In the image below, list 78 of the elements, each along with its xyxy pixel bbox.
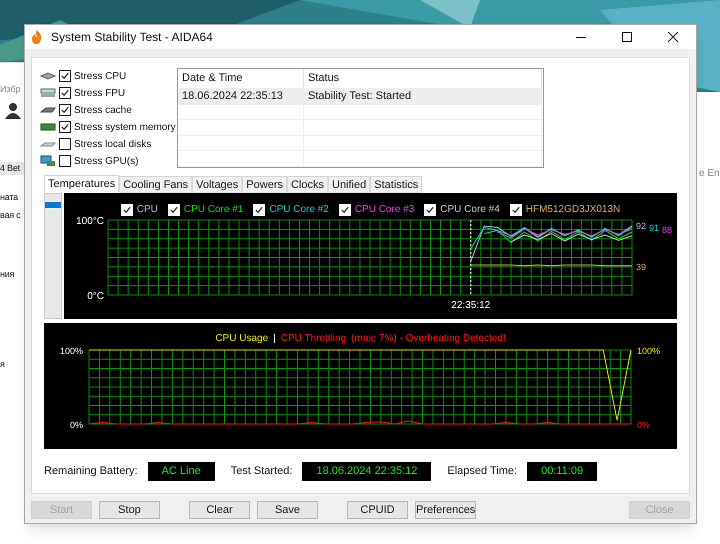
- person-icon: [4, 100, 22, 118]
- checkbox[interactable]: [59, 138, 71, 150]
- background-text: Избр: [0, 83, 21, 96]
- window-title: System Stability Test - AIDA64: [51, 29, 213, 46]
- option-label: Stress cache: [74, 104, 132, 118]
- status-value: AC Line: [148, 462, 215, 481]
- flame-icon: [31, 30, 43, 44]
- warning-text: (max: 7%) - Overheating Detected!: [351, 332, 506, 346]
- reading-label: 88: [662, 225, 672, 235]
- axis-tick-label: 0°C: [87, 291, 104, 302]
- checkbox[interactable]: [59, 70, 71, 82]
- background-text: вая с: [0, 208, 20, 222]
- status-label: Remaining Battery:: [44, 464, 138, 480]
- chip-icon: [40, 87, 56, 99]
- dialog-button[interactable]: CPUID: [347, 501, 408, 519]
- sensor-list[interactable]: [44, 193, 62, 319]
- background-text: ния: [0, 268, 14, 281]
- tab[interactable]: Powers: [242, 176, 287, 193]
- checkbox[interactable]: [59, 104, 71, 116]
- legend-label: CPU: [136, 203, 158, 217]
- status-label: Test Started:: [230, 464, 292, 480]
- legend-label: CPU Core #2: [269, 203, 329, 217]
- background-text: я: [0, 358, 5, 370]
- option-label: Stress local disks: [74, 138, 152, 152]
- tab[interactable]: Cooling Fans: [119, 176, 192, 193]
- axis-tick-label: 0%: [70, 420, 83, 430]
- legend-label: CPU Throttling: [280, 332, 346, 346]
- checkmark-icon: [122, 204, 132, 214]
- tab[interactable]: Voltages: [192, 176, 242, 193]
- option-label: Stress CPU: [74, 70, 126, 84]
- tab[interactable]: Statistics: [370, 176, 422, 193]
- tab[interactable]: Temperatures: [44, 175, 120, 193]
- status-value: 00:11:09: [527, 462, 598, 481]
- option-label: Stress system memory: [74, 120, 176, 134]
- table-cell-text: 18.06.2024 22:35:13: [181, 89, 284, 104]
- background-text: e En: [699, 168, 720, 179]
- memory-module-icon: [40, 121, 56, 133]
- reading-label: 0%: [637, 420, 650, 430]
- checkmark-icon: [510, 204, 521, 214]
- table-cell-text: Stability Test: Started: [307, 89, 412, 104]
- dialog-button[interactable]: Preferences: [415, 501, 476, 519]
- reading-label: 39: [636, 262, 646, 272]
- legend-label: HFM512GD3JX013N: [526, 203, 620, 217]
- checkbox[interactable]: [59, 87, 71, 99]
- checkbox[interactable]: [59, 121, 71, 133]
- background-text: 4 Bet: [0, 162, 24, 175]
- legend-label: CPU Core #1: [184, 203, 244, 217]
- log-row[interactable]: 18.06.2024 22:35:13 Stability Test: Started: [178, 88, 542, 105]
- legend-separator: |: [273, 332, 276, 346]
- time-label: 22:35:12: [451, 300, 490, 311]
- tab[interactable]: Unified: [328, 176, 370, 193]
- axis-tick-label: 100°C: [76, 216, 104, 227]
- checkmark-icon: [425, 204, 436, 214]
- reading-label: 100%: [637, 346, 660, 356]
- minimize-icon: [576, 36, 586, 38]
- status-value: 18.06.2024 22:35:12: [302, 462, 432, 481]
- axis-tick-label: 100%: [60, 346, 83, 356]
- dialog-button[interactable]: Clear: [189, 501, 250, 519]
- close-icon: [668, 32, 678, 42]
- background-text: ната: [0, 191, 18, 204]
- dialog-button[interactable]: Save: [257, 501, 318, 519]
- monitor-icon: [40, 155, 56, 167]
- checkmark-icon: [340, 204, 350, 214]
- option-label: Stress FPU: [74, 86, 126, 100]
- checkmark-icon: [168, 204, 179, 214]
- checkmark-icon: [254, 204, 264, 214]
- checkbox[interactable]: [59, 155, 71, 167]
- status-label: Elapsed Time:: [447, 464, 518, 480]
- legend-label: CPU Core #3: [354, 203, 414, 217]
- chip-icon: [40, 70, 56, 82]
- legend-label: CPU Usage: [215, 332, 268, 346]
- legend-label: CPU Core #4: [440, 203, 500, 217]
- reading-label: 91: [649, 223, 660, 233]
- dialog-button[interactable]: Stop: [99, 501, 160, 519]
- option-label: Stress GPU(s): [74, 154, 138, 168]
- tab[interactable]: Clocks: [286, 176, 328, 193]
- maximize-icon: [622, 32, 632, 42]
- reading-label: 92: [636, 221, 646, 231]
